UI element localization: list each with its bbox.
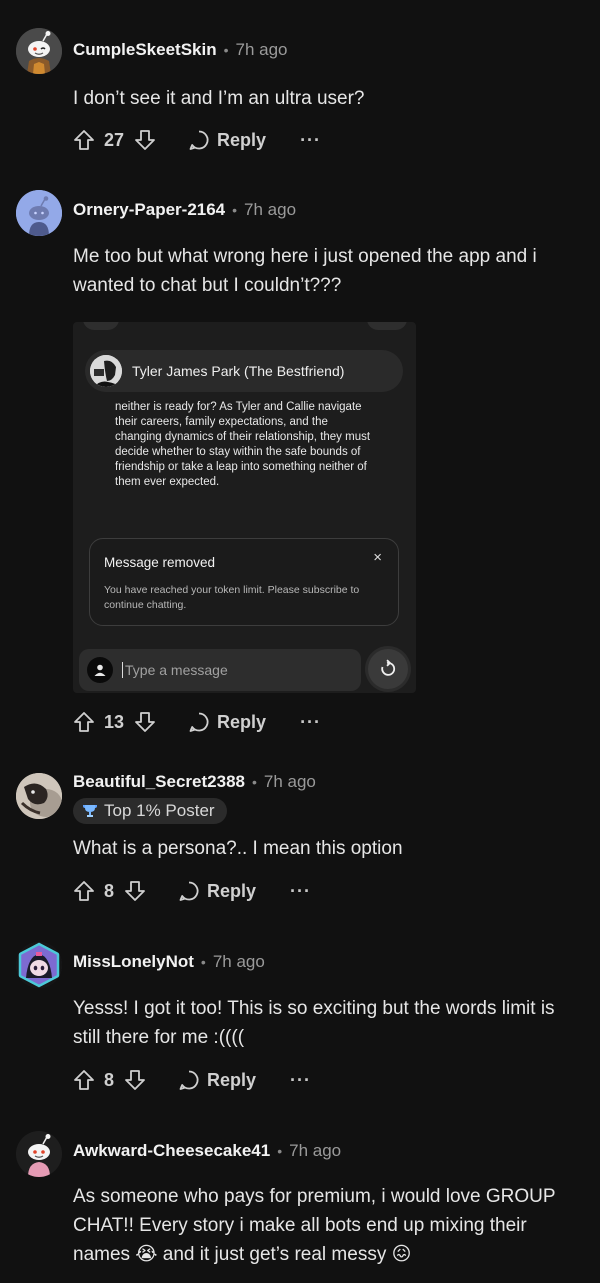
comment-author[interactable]: Awkward-Cheesecake41 [73,1141,270,1161]
comment-time: 7h ago [244,200,297,219]
character-name: Tyler James Park (The Bestfriend) [132,363,345,379]
comment-actions: 27 Reply ··· [73,124,321,156]
comment-text: Yesss! I got it too! This is so exciting… [73,998,555,1048]
upvote-icon[interactable] [73,711,95,733]
comment-actions: 8 Reply ··· [73,875,311,907]
notice-title: Message removed [104,555,216,570]
snoo-avatar-icon [16,28,62,74]
cropped-button [367,322,407,330]
flair-label: Top 1% Poster [104,801,215,820]
reply-bubble-icon [179,881,199,901]
vote-count: 27 [104,129,125,150]
more-options-button[interactable]: ··· [300,712,321,733]
comment-meta: CumpleSkeetSkin • 7h ago [73,40,288,60]
reply-label: Reply [217,129,267,150]
reply-label: Reply [217,711,267,732]
comment-meta: Beautiful_Secret2388 • 7h ago [73,772,316,792]
comment-author[interactable]: CumpleSkeetSkin [73,40,217,60]
comment-actions: 8 Reply ··· [73,1064,311,1096]
comment-time: 7h ago [289,1141,342,1160]
downvote-icon[interactable] [124,1069,146,1091]
close-icon: × [373,549,382,566]
character-avatar [90,355,122,387]
reply-bubble-icon [189,130,209,150]
avatar[interactable] [16,773,62,819]
reply-label: Reply [207,880,257,901]
comment-text: I don’t see it and I’m an ultra user? [73,88,365,109]
vote-count: 13 [104,711,125,732]
reply-button[interactable]: Reply [188,711,266,733]
separator-dot: • [251,774,257,790]
profile-photo-icon [16,773,62,819]
reply-bubble-icon [179,1070,199,1090]
more-options-button[interactable]: ··· [300,130,321,151]
message-input [122,662,345,678]
reply-button[interactable]: Reply [178,1069,256,1091]
comment-time: 7h ago [235,40,288,59]
comment-text: Me too but what wrong here i just opened… [73,246,537,296]
character-header: Tyler James Park (The Bestfriend) [85,350,403,392]
vote-count: 8 [104,1069,115,1090]
comment-text: As someone who pays for premium, i would… [73,1186,556,1265]
upvote-icon[interactable] [73,1069,95,1091]
story-text: neither is ready for? As Tyler and Calli… [115,401,371,488]
regenerate-button [368,649,408,689]
user-icon [87,657,113,683]
message-removed-notice: Message removed × You have reached your … [89,538,399,626]
comment-meta: MissLonelyNot • 7h ago [73,952,265,972]
upvote-icon[interactable] [73,880,95,902]
separator-dot: • [232,202,238,218]
more-options-button[interactable]: ··· [290,1070,311,1091]
snoo-avatar-icon [16,1131,62,1177]
comment-text: What is a persona?.. I mean this option [73,838,403,859]
message-input-bar [79,649,361,691]
cropped-button [83,322,119,330]
separator-dot: • [223,42,229,58]
comment-author[interactable]: MissLonelyNot [73,952,194,972]
reply-label: Reply [207,1069,257,1090]
refresh-icon [381,659,396,676]
comment-meta: Ornery-Paper-2164 • 7h ago [73,200,296,220]
vote-count: 8 [104,880,115,901]
character-portrait-icon [90,355,122,387]
snoo-avatar-icon [16,190,62,236]
avatar[interactable] [16,28,62,74]
comment-actions: 13 Reply ··· [73,706,321,738]
reply-bubble-icon [189,712,209,732]
user-flair: Top 1% Poster [73,798,227,824]
downvote-icon[interactable] [134,711,156,733]
reply-button[interactable]: Reply [178,880,256,902]
avatar[interactable] [16,942,62,988]
notice-text: You have reached your token limit. Pleas… [104,584,360,611]
embedded-screenshot[interactable]: Tyler James Park (The Bestfriend) neithe… [73,322,416,693]
comment-author[interactable]: Beautiful_Secret2388 [73,772,245,792]
more-options-button[interactable]: ··· [290,881,311,902]
comment-time: 7h ago [212,952,265,971]
comment-time: 7h ago [263,772,316,791]
separator-dot: • [277,1143,283,1159]
upvote-icon[interactable] [73,129,95,151]
anime-avatar-icon [16,942,62,988]
downvote-icon[interactable] [124,880,146,902]
separator-dot: • [200,954,206,970]
reply-button[interactable]: Reply [188,129,266,151]
avatar[interactable] [16,190,62,236]
avatar[interactable] [16,1131,62,1177]
trophy-icon [82,802,98,821]
comment-meta: Awkward-Cheesecake41 • 7h ago [73,1141,341,1161]
comment-author[interactable]: Ornery-Paper-2164 [73,200,225,220]
downvote-icon[interactable] [134,129,156,151]
